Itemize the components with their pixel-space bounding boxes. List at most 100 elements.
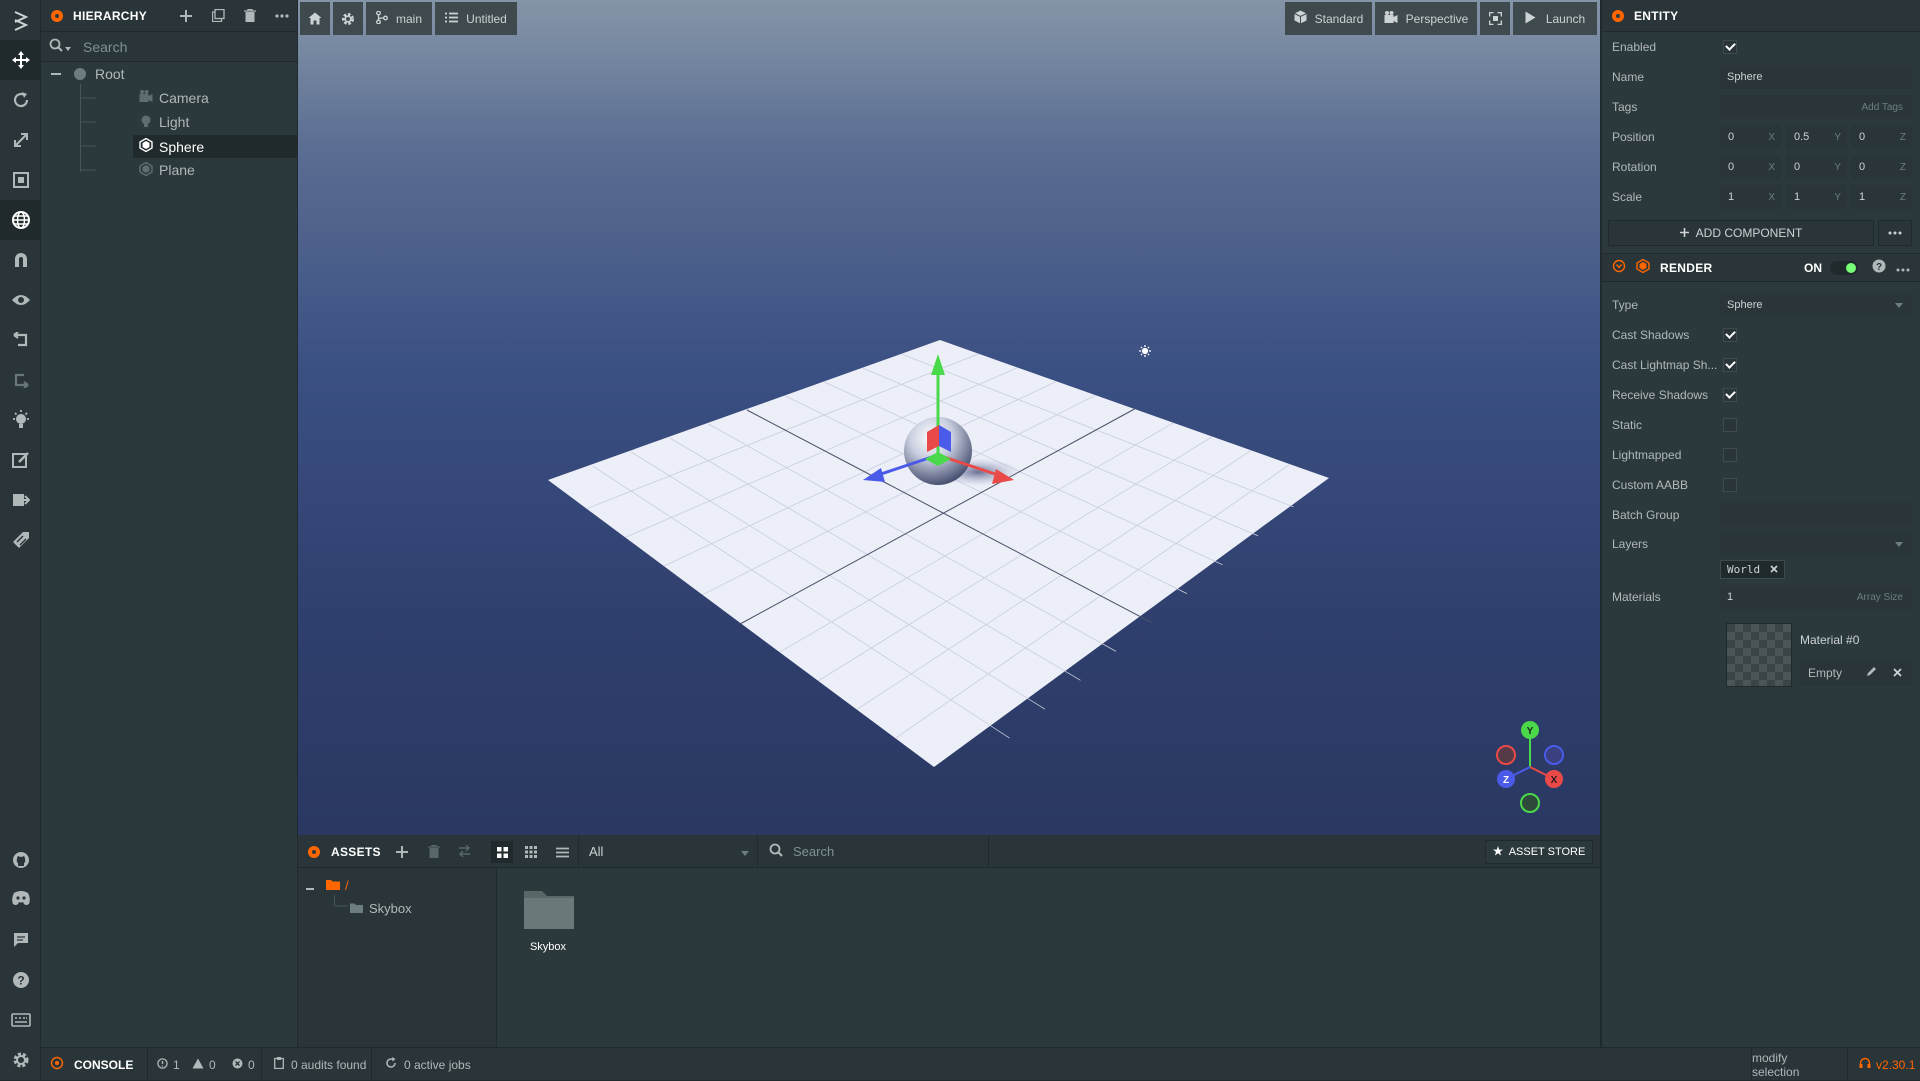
scene-render[interactable]: [298, 0, 1600, 835]
focus-eye-icon[interactable]: [0, 280, 41, 320]
more-options-icon[interactable]: [1896, 260, 1910, 275]
add-component-button[interactable]: ADD COMPONENT: [1608, 220, 1874, 246]
name-input[interactable]: Sphere: [1720, 65, 1912, 89]
panel-collapse-icon[interactable]: [51, 9, 63, 22]
view-axis-gizmo[interactable]: Y X Z: [1488, 715, 1578, 820]
axis-neg-z-handle[interactable]: [1544, 745, 1564, 765]
delete-asset-button[interactable]: [428, 844, 440, 861]
axis-neg-x-handle[interactable]: [1496, 745, 1516, 765]
hierarchy-search-input[interactable]: Search: [83, 39, 127, 55]
scene-viewport[interactable]: main Untitled Standard Perspective Launc…: [298, 0, 1600, 835]
asset-store-button[interactable]: ASSET STORE: [1485, 840, 1593, 864]
tags-input[interactable]: Add Tags: [1720, 95, 1912, 119]
tree-item-plane[interactable]: Plane: [97, 159, 277, 181]
search-dropdown-icon[interactable]: [65, 39, 71, 54]
large-grid-view-button[interactable]: [491, 841, 513, 863]
help-icon[interactable]: ?: [0, 960, 41, 1000]
render-mode-button[interactable]: Standard: [1285, 2, 1372, 35]
scene-name-button[interactable]: Untitled: [435, 2, 517, 35]
keyboard-shortcuts-icon[interactable]: [0, 1000, 41, 1040]
cast-lightmap-checkbox[interactable]: [1723, 358, 1737, 372]
add-entity-button[interactable]: [173, 3, 199, 29]
info-count[interactable]: 1: [157, 1048, 180, 1081]
camera-select-button[interactable]: Perspective: [1375, 2, 1477, 35]
rotate-tool-icon[interactable]: [0, 80, 41, 120]
asset-search-input[interactable]: Search: [793, 844, 834, 859]
undo-icon[interactable]: [0, 320, 41, 360]
render-enabled-toggle[interactable]: [1830, 260, 1858, 275]
batch-group-select[interactable]: [1720, 503, 1912, 527]
jobs-status[interactable]: 0 active jobs: [385, 1048, 471, 1081]
remove-layer-icon[interactable]: [1770, 563, 1778, 576]
discord-icon[interactable]: [0, 878, 41, 918]
folder-root[interactable]: /: [306, 876, 349, 894]
tree-item-camera[interactable]: Camera: [97, 87, 277, 109]
tree-item-root[interactable]: Root: [49, 63, 249, 85]
light-gizmo[interactable]: [1139, 345, 1151, 357]
move-asset-button[interactable]: [458, 844, 471, 860]
hierarchy-search[interactable]: Search: [41, 32, 297, 62]
version-info[interactable]: v2.30.1: [1859, 1048, 1915, 1081]
static-checkbox[interactable]: [1723, 418, 1737, 432]
code-editor-icon[interactable]: [0, 440, 41, 480]
scale-x-input[interactable]: 1X: [1720, 185, 1781, 209]
console-toggle[interactable]: CONSOLE: [50, 1048, 133, 1081]
add-asset-button[interactable]: [396, 846, 408, 861]
folder-skybox[interactable]: Skybox: [350, 899, 412, 917]
collapse-toggle-icon[interactable]: [306, 878, 314, 893]
playcanvas-logo-icon[interactable]: [0, 0, 41, 40]
type-select[interactable]: Sphere: [1720, 293, 1912, 317]
layers-select[interactable]: [1720, 532, 1912, 556]
position-z-input[interactable]: 0Z: [1851, 125, 1912, 149]
bake-tag-icon[interactable]: [0, 520, 41, 560]
materials-count-input[interactable]: 1 Array Size: [1720, 585, 1912, 609]
lightmapped-checkbox[interactable]: [1723, 448, 1737, 462]
asset-type-filter[interactable]: All: [578, 835, 758, 868]
asset-search[interactable]: Search: [759, 835, 989, 868]
snap-magnet-icon[interactable]: [0, 240, 41, 280]
audits-status[interactable]: 0 audits found: [274, 1048, 366, 1081]
enabled-checkbox[interactable]: [1723, 40, 1737, 54]
scale-z-input[interactable]: 1Z: [1851, 185, 1912, 209]
scale-tool-icon[interactable]: [0, 120, 41, 160]
github-icon[interactable]: [0, 840, 41, 880]
more-options-icon[interactable]: [269, 3, 295, 29]
material-thumbnail[interactable]: [1726, 623, 1792, 687]
fullscreen-button[interactable]: [1480, 2, 1510, 35]
material-asset-field[interactable]: Empty: [1800, 660, 1912, 686]
scene-settings-button[interactable]: [333, 2, 363, 35]
collapse-toggle-icon[interactable]: [49, 73, 63, 75]
duplicate-entity-button[interactable]: [205, 3, 231, 29]
rotation-y-input[interactable]: 0Y: [1786, 155, 1847, 179]
error-count[interactable]: 0: [232, 1048, 255, 1081]
list-view-button[interactable]: [556, 846, 569, 861]
warning-count[interactable]: 0: [192, 1048, 216, 1081]
clear-material-icon[interactable]: [1893, 666, 1902, 680]
redo-icon[interactable]: [0, 360, 41, 400]
world-space-icon[interactable]: [0, 200, 41, 240]
custom-aabb-checkbox[interactable]: [1723, 478, 1737, 492]
settings-gear-icon[interactable]: [0, 1040, 41, 1080]
receive-shadows-checkbox[interactable]: [1723, 388, 1737, 402]
home-button[interactable]: [300, 2, 330, 35]
launch-button[interactable]: Launch: [1513, 2, 1597, 35]
lightmapper-bulb-icon[interactable]: [0, 400, 41, 440]
rotation-x-input[interactable]: 0X: [1720, 155, 1781, 179]
position-x-input[interactable]: 0X: [1720, 125, 1781, 149]
cast-shadows-checkbox[interactable]: [1723, 328, 1737, 342]
publish-icon[interactable]: [0, 480, 41, 520]
collapse-component-icon[interactable]: [1612, 259, 1626, 276]
tree-item-sphere[interactable]: Sphere: [133, 135, 311, 158]
help-icon[interactable]: ?: [1872, 259, 1886, 276]
branch-button[interactable]: main: [366, 2, 432, 35]
translate-tool-icon[interactable]: [0, 40, 41, 80]
axis-neg-y-handle[interactable]: [1520, 793, 1540, 813]
asset-grid-item-skybox[interactable]: Skybox: [508, 883, 588, 973]
small-grid-view-button[interactable]: [525, 846, 537, 861]
panel-collapse-icon[interactable]: [1612, 9, 1624, 22]
resize-tool-icon[interactable]: [0, 160, 41, 200]
tree-item-light[interactable]: Light: [97, 111, 277, 133]
rotation-z-input[interactable]: 0Z: [1851, 155, 1912, 179]
position-y-input[interactable]: 0.5 Y: [1786, 125, 1847, 149]
entity-menu-button[interactable]: [1878, 220, 1912, 246]
